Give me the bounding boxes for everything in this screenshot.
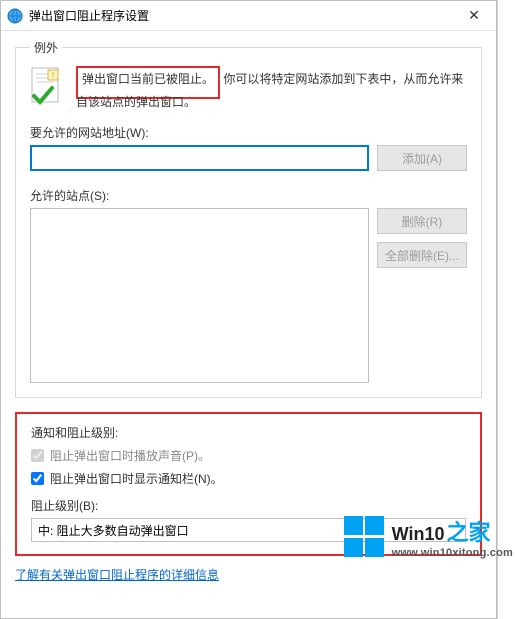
play-sound-row[interactable]: 阻止弹出窗口时播放声音(P)。 bbox=[31, 447, 466, 464]
background-peek bbox=[497, 0, 517, 619]
svg-text:!: ! bbox=[52, 71, 54, 80]
client-area: 例外 ! 弹出窗口当前已被阻止。 bbox=[1, 31, 496, 618]
intro-text: 弹出窗口当前已被阻止。 你可以将特定网站添加到下表中，从而允许来自该站点的弹出窗… bbox=[76, 66, 467, 112]
intro-strong: 弹出窗口当前已被阻止。 bbox=[82, 72, 214, 86]
document-check-icon: ! bbox=[30, 66, 64, 109]
notify-heading: 通知和阻止级别: bbox=[31, 424, 466, 441]
add-button-label: 添加(A) bbox=[402, 150, 442, 167]
address-row: 添加(A) bbox=[30, 145, 467, 171]
level-select-wrap: 中: 阻止大多数自动弹出窗口 ˇ bbox=[31, 518, 466, 542]
remove-all-button-label: 全部删除(E)... bbox=[385, 247, 459, 264]
add-button[interactable]: 添加(A) bbox=[377, 145, 467, 171]
sites-row: 删除(R) 全部删除(E)... bbox=[30, 208, 467, 383]
show-bar-label: 阻止弹出窗口时显示通知栏(N)。 bbox=[50, 470, 223, 487]
exceptions-group: 例外 ! 弹出窗口当前已被阻止。 bbox=[15, 39, 482, 398]
globe-icon bbox=[7, 8, 23, 24]
close-icon: ✕ bbox=[468, 7, 480, 24]
level-select[interactable]: 中: 阻止大多数自动弹出窗口 ˇ bbox=[31, 518, 466, 542]
help-link-row: 了解有关弹出窗口阻止程序的详细信息 bbox=[15, 566, 482, 583]
intro-row: ! 弹出窗口当前已被阻止。 你可以将特定网站添加到下表中，从而允许来自该站点的弹… bbox=[30, 66, 467, 112]
chevron-down-icon: ˇ bbox=[456, 525, 459, 536]
remove-all-button[interactable]: 全部删除(E)... bbox=[377, 242, 467, 268]
level-value: 中: 阻止大多数自动弹出窗口 bbox=[38, 522, 189, 539]
titlebar: 弹出窗口阻止程序设置 ✕ bbox=[1, 1, 496, 31]
address-input[interactable] bbox=[30, 145, 369, 171]
learn-more-text: 了解有关弹出窗口阻止程序的详细信息 bbox=[15, 568, 219, 582]
show-bar-checkbox[interactable] bbox=[31, 472, 44, 485]
remove-button-label: 删除(R) bbox=[402, 213, 443, 230]
allowed-sites-list[interactable] bbox=[30, 208, 369, 383]
address-label: 要允许的网站地址(W): bbox=[30, 124, 467, 141]
play-sound-label: 阻止弹出窗口时播放声音(P)。 bbox=[50, 447, 210, 464]
show-bar-row[interactable]: 阻止弹出窗口时显示通知栏(N)。 bbox=[31, 470, 466, 487]
learn-more-link[interactable]: 了解有关弹出窗口阻止程序的详细信息 bbox=[15, 568, 219, 582]
level-label: 阻止级别(B): bbox=[31, 497, 466, 514]
play-sound-checkbox[interactable] bbox=[31, 449, 44, 462]
window-title: 弹出窗口阻止程序设置 bbox=[29, 7, 452, 24]
popup-blocker-settings-window: 弹出窗口阻止程序设置 ✕ 例外 ! bbox=[0, 0, 497, 619]
close-button[interactable]: ✕ bbox=[452, 2, 496, 30]
remove-button[interactable]: 删除(R) bbox=[377, 208, 467, 234]
exceptions-legend: 例外 bbox=[30, 39, 62, 56]
sites-buttons: 删除(R) 全部删除(E)... bbox=[377, 208, 467, 383]
sites-label: 允许的站点(S): bbox=[30, 187, 467, 204]
notify-and-level-group: 通知和阻止级别: 阻止弹出窗口时播放声音(P)。 阻止弹出窗口时显示通知栏(N)… bbox=[15, 412, 482, 556]
